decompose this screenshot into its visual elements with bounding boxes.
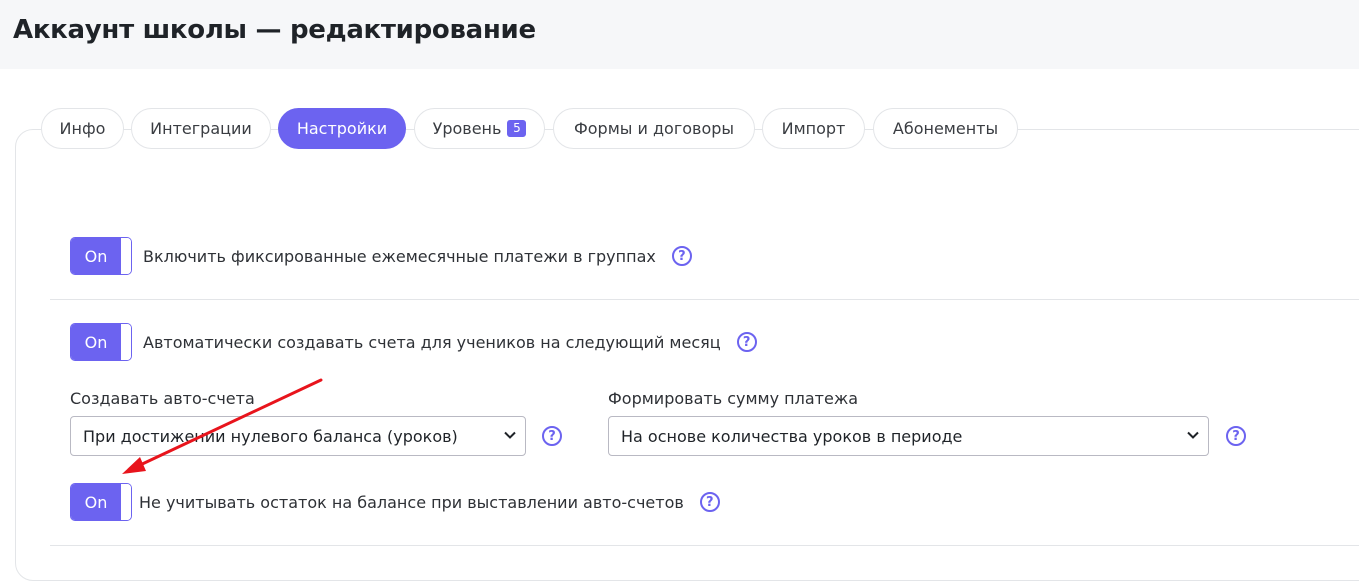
tab-label: Инфо <box>59 119 106 138</box>
create-invoices-label: Создавать авто-счета <box>70 389 255 408</box>
ignore-balance-label: Не учитывать остаток на балансе при выст… <box>139 492 684 512</box>
ignore-balance-toggle[interactable]: On <box>70 483 132 521</box>
tab-forms-contracts[interactable]: Формы и договоры <box>553 108 755 149</box>
tab-info[interactable]: Инфо <box>41 108 124 149</box>
divider <box>50 545 1359 546</box>
create-invoices-select[interactable]: При достижении нулевого баланса (уроков) <box>70 416 526 456</box>
tab-label: Уровень <box>432 119 502 138</box>
fixed-payments-setting: On Включить фиксированные ежемесячные пл… <box>70 237 692 275</box>
toggle-knob <box>121 324 131 360</box>
tab-label: Формы и договоры <box>573 119 735 138</box>
chevron-down-icon <box>1187 431 1199 439</box>
question-circle-icon[interactable]: ? <box>671 246 692 266</box>
fixed-payments-toggle[interactable]: On <box>70 237 132 275</box>
tab-label: Абонементы <box>892 119 999 138</box>
tab-label: Интеграции <box>150 119 252 138</box>
question-circle-icon[interactable]: ? <box>699 492 720 512</box>
payment-amount-label: Формировать сумму платежа <box>608 389 859 408</box>
fixed-payments-label: Включить фиксированные ежемесячные плате… <box>143 246 656 266</box>
tab-settings[interactable]: Настройки <box>278 108 406 149</box>
toggle-on-label: On <box>71 484 121 520</box>
page-title: Аккаунт школы — редактирование <box>13 15 536 45</box>
select-value: На основе количества уроков в периоде <box>621 426 963 446</box>
divider <box>50 299 1359 300</box>
toggle-on-label: On <box>71 324 121 360</box>
toggle-on-label: On <box>71 238 121 274</box>
tab-level[interactable]: Уровень 5 <box>414 108 545 149</box>
toggle-knob <box>121 238 131 274</box>
tab-label: Импорт <box>781 119 846 138</box>
chevron-down-icon <box>504 431 516 439</box>
tab-subscriptions[interactable]: Абонементы <box>873 108 1018 149</box>
question-circle-icon[interactable]: ? <box>736 332 757 352</box>
tab-import[interactable]: Импорт <box>762 108 865 149</box>
question-circle-icon[interactable]: ? <box>542 426 562 446</box>
tab-integrations[interactable]: Интеграции <box>131 108 271 149</box>
toggle-knob <box>121 484 131 520</box>
auto-invoices-label: Автоматически создавать счета для ученик… <box>143 332 721 352</box>
page-header: Аккаунт школы — редактирование <box>0 0 1359 69</box>
tab-label: Настройки <box>296 119 388 138</box>
auto-invoices-toggle[interactable]: On <box>70 323 132 361</box>
auto-invoices-setting: On Автоматически создавать счета для уче… <box>70 323 757 361</box>
select-value: При достижении нулевого баланса (уроков) <box>83 426 458 446</box>
tab-count-badge: 5 <box>507 120 527 137</box>
ignore-balance-setting: On Не учитывать остаток на балансе при в… <box>70 483 720 521</box>
payment-amount-select[interactable]: На основе количества уроков в периоде <box>608 416 1209 456</box>
question-circle-icon[interactable]: ? <box>1226 426 1246 446</box>
